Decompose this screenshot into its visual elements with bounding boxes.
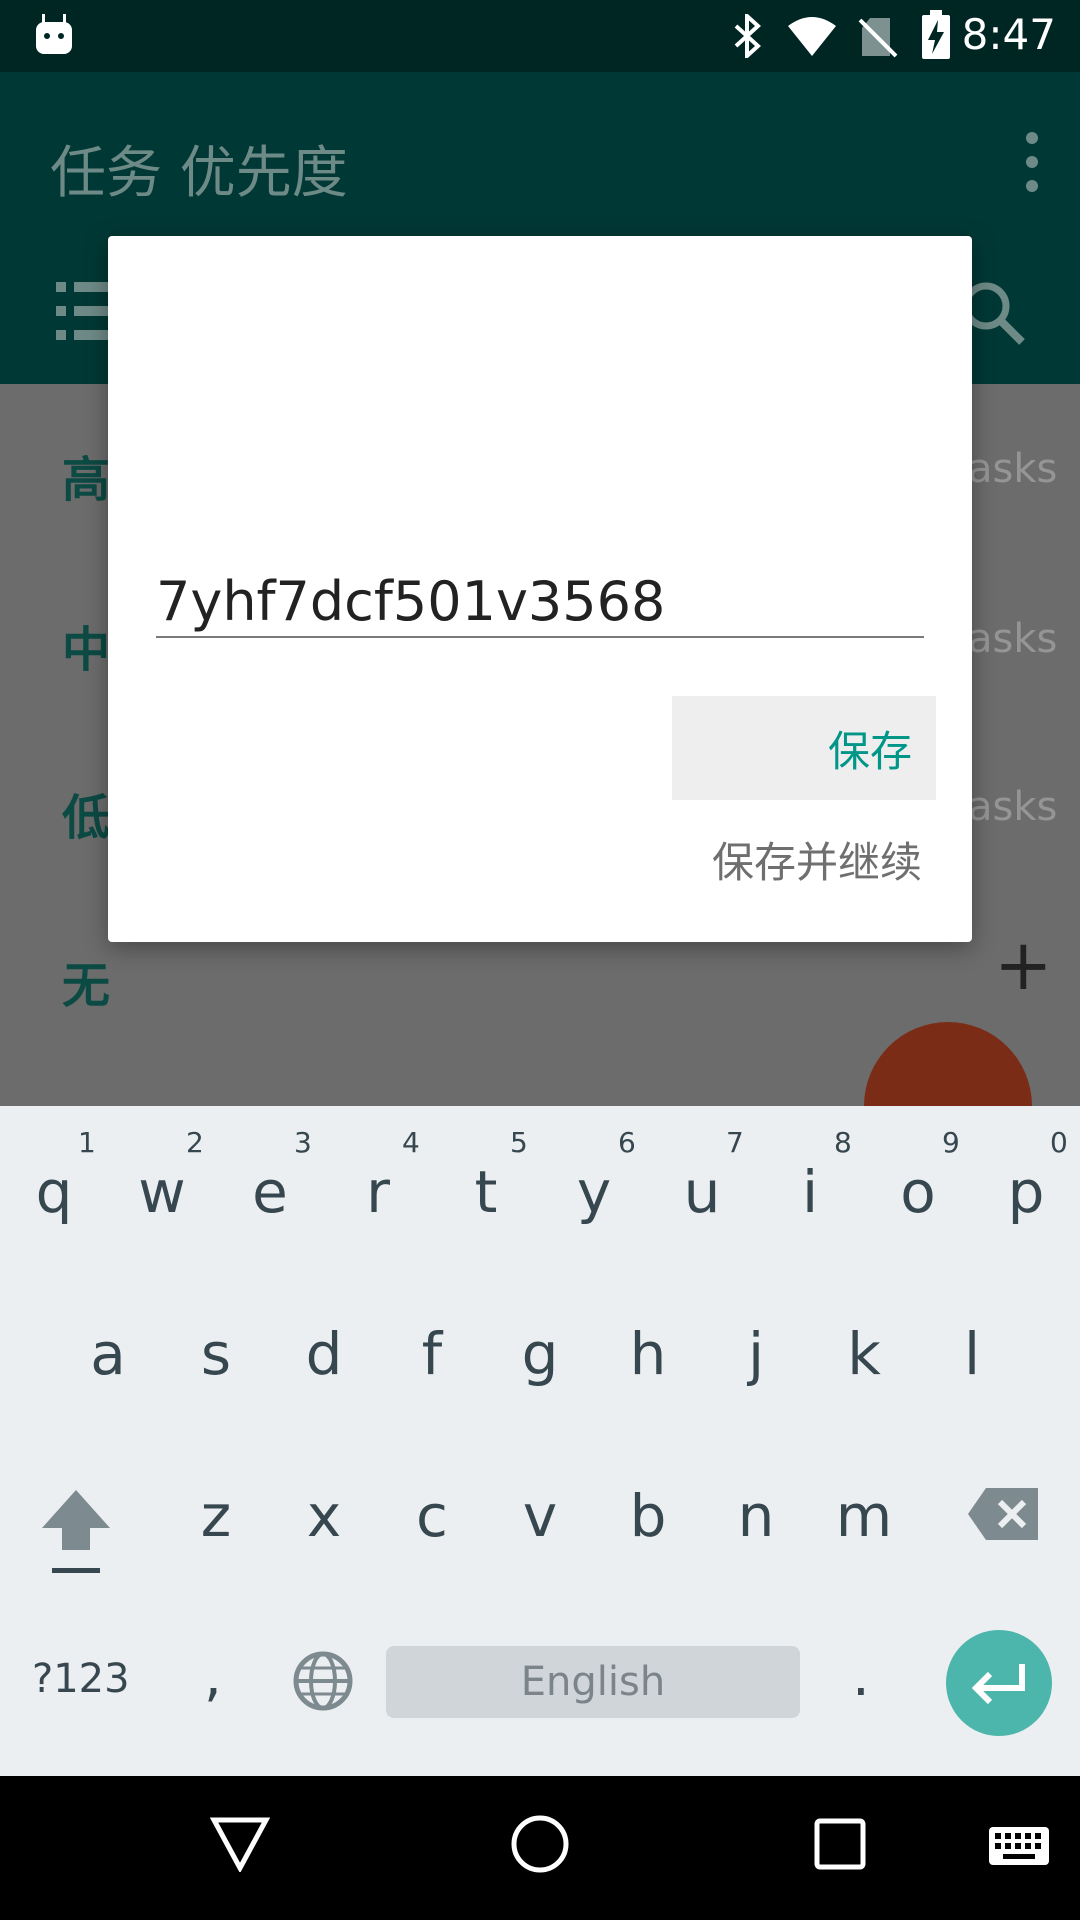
key-w[interactable]: w xyxy=(108,1158,216,1226)
battery-charging-icon xyxy=(922,10,950,59)
comma-key[interactable]: , xyxy=(204,1644,222,1709)
key-q-hint: 1 xyxy=(78,1126,96,1159)
key-t[interactable]: t xyxy=(432,1158,540,1226)
key-t-hint: 5 xyxy=(510,1126,528,1159)
status-time: 8:47 xyxy=(961,10,1056,59)
key-i-hint: 8 xyxy=(834,1126,852,1159)
priority-row-high-count: asks xyxy=(968,446,1058,492)
key-r[interactable]: r xyxy=(324,1158,432,1226)
soft-keyboard: q w e r t y u i o p 1 2 3 4 5 6 7 8 9 0 … xyxy=(0,1106,1080,1776)
add-task-icon[interactable]: + xyxy=(994,924,1053,1006)
key-u[interactable]: u xyxy=(648,1158,756,1226)
key-h[interactable]: h xyxy=(594,1320,702,1388)
key-d[interactable]: d xyxy=(270,1320,378,1388)
save-and-continue-button[interactable]: 保存并继续 xyxy=(668,814,936,904)
key-x[interactable]: x xyxy=(270,1482,378,1550)
key-c[interactable]: c xyxy=(378,1482,486,1550)
key-q[interactable]: q xyxy=(0,1158,108,1226)
bluetooth-icon xyxy=(734,14,761,58)
priority-row-medium-count: asks xyxy=(968,616,1058,662)
save-button[interactable]: 保存 xyxy=(672,696,936,800)
enter-icon xyxy=(971,1664,1025,1705)
key-g[interactable]: g xyxy=(486,1320,594,1388)
wifi-icon xyxy=(788,17,836,56)
key-i[interactable]: i xyxy=(756,1158,864,1226)
symbols-key[interactable]: ?123 xyxy=(32,1656,130,1702)
backspace-icon[interactable] xyxy=(966,1486,1042,1542)
key-u-hint: 7 xyxy=(726,1126,744,1159)
key-w-hint: 2 xyxy=(186,1126,204,1159)
home-icon[interactable] xyxy=(510,1814,570,1874)
keyboard-switch-icon[interactable] xyxy=(988,1826,1050,1866)
key-a[interactable]: a xyxy=(54,1320,162,1388)
key-m[interactable]: m xyxy=(810,1482,918,1550)
navigation-bar xyxy=(0,1776,1080,1920)
key-k[interactable]: k xyxy=(810,1320,918,1388)
key-n[interactable]: n xyxy=(702,1482,810,1550)
key-s[interactable]: s xyxy=(162,1320,270,1388)
key-p[interactable]: p xyxy=(972,1158,1080,1226)
key-y-hint: 6 xyxy=(618,1126,636,1159)
status-bar: 8:47 xyxy=(0,0,1080,72)
android-notification-icon xyxy=(36,14,72,54)
key-j[interactable]: j xyxy=(702,1320,810,1388)
period-key[interactable]: . xyxy=(852,1644,870,1709)
key-l[interactable]: l xyxy=(918,1320,1026,1388)
key-e[interactable]: e xyxy=(216,1158,324,1226)
enter-key[interactable] xyxy=(946,1630,1052,1736)
key-b[interactable]: b xyxy=(594,1482,702,1550)
key-y[interactable]: y xyxy=(540,1158,648,1226)
priority-row-medium-label[interactable]: 中 xyxy=(62,610,110,680)
key-f[interactable]: f xyxy=(378,1320,486,1388)
shift-icon[interactable] xyxy=(38,1486,114,1582)
task-name-input[interactable] xyxy=(156,566,924,638)
priority-row-low-label[interactable]: 低 xyxy=(62,778,110,848)
priority-row-low-count: asks xyxy=(968,784,1058,830)
key-v[interactable]: v xyxy=(486,1482,594,1550)
back-icon[interactable] xyxy=(210,1816,270,1872)
edit-dialog: 保存 保存并继续 xyxy=(108,236,972,942)
key-o-hint: 9 xyxy=(942,1126,960,1159)
page-title: 任务 优先度 xyxy=(50,141,348,206)
space-key[interactable]: English xyxy=(386,1646,800,1718)
key-z[interactable]: z xyxy=(162,1482,270,1550)
no-sim-icon xyxy=(858,18,898,58)
key-p-hint: 0 xyxy=(1050,1126,1068,1159)
priority-row-none-label[interactable]: 无 xyxy=(62,946,110,1016)
key-r-hint: 4 xyxy=(402,1126,420,1159)
recents-icon[interactable] xyxy=(814,1818,866,1870)
globe-icon[interactable] xyxy=(292,1650,354,1712)
list-view-icon[interactable] xyxy=(56,278,116,346)
key-o[interactable]: o xyxy=(864,1158,972,1226)
overflow-menu-icon[interactable] xyxy=(1026,132,1042,204)
priority-row-high-label[interactable]: 高 xyxy=(62,440,110,510)
key-e-hint: 3 xyxy=(294,1126,312,1159)
